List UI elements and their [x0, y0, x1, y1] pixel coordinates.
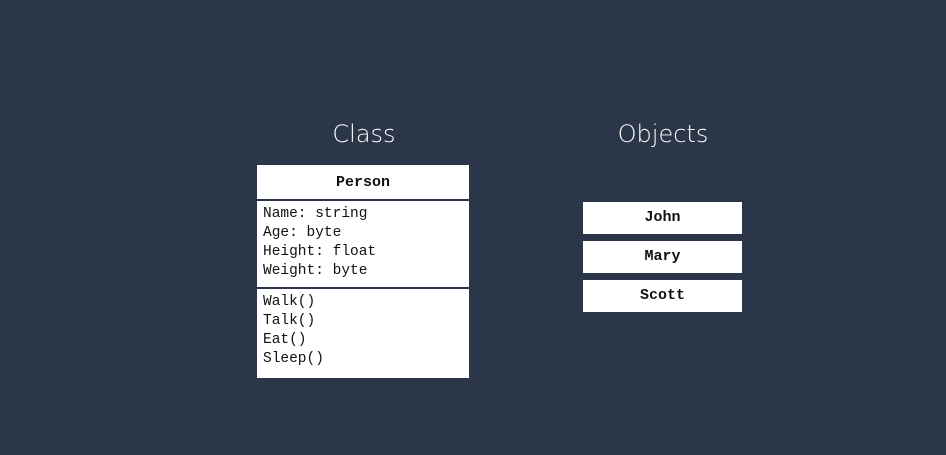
uml-method: Talk(): [263, 313, 316, 329]
object-box-scott: Scott: [583, 280, 742, 312]
object-box-mary: Mary: [583, 241, 742, 273]
uml-attribute: Age: byte: [263, 225, 342, 241]
uml-attribute: Weight: byte: [263, 263, 368, 279]
objects-heading: Objects: [617, 120, 709, 148]
uml-method: Sleep(): [263, 351, 324, 367]
slide-canvas: Class Objects Person Name: string Age: b…: [0, 0, 946, 455]
object-box-john: John: [583, 202, 742, 234]
uml-attributes-section: Name: string Age: byte Height: float Wei…: [257, 201, 469, 289]
uml-attribute: Name: string: [263, 206, 368, 222]
uml-attribute: Height: float: [263, 244, 377, 260]
uml-method: Walk(): [263, 294, 316, 310]
uml-method: Eat(): [263, 332, 307, 348]
class-heading: Class: [332, 120, 396, 148]
uml-class-box: Person Name: string Age: byte Height: fl…: [257, 165, 469, 378]
uml-class-name: Person: [257, 165, 469, 201]
uml-methods-section: Walk() Talk() Eat() Sleep(): [257, 289, 469, 371]
